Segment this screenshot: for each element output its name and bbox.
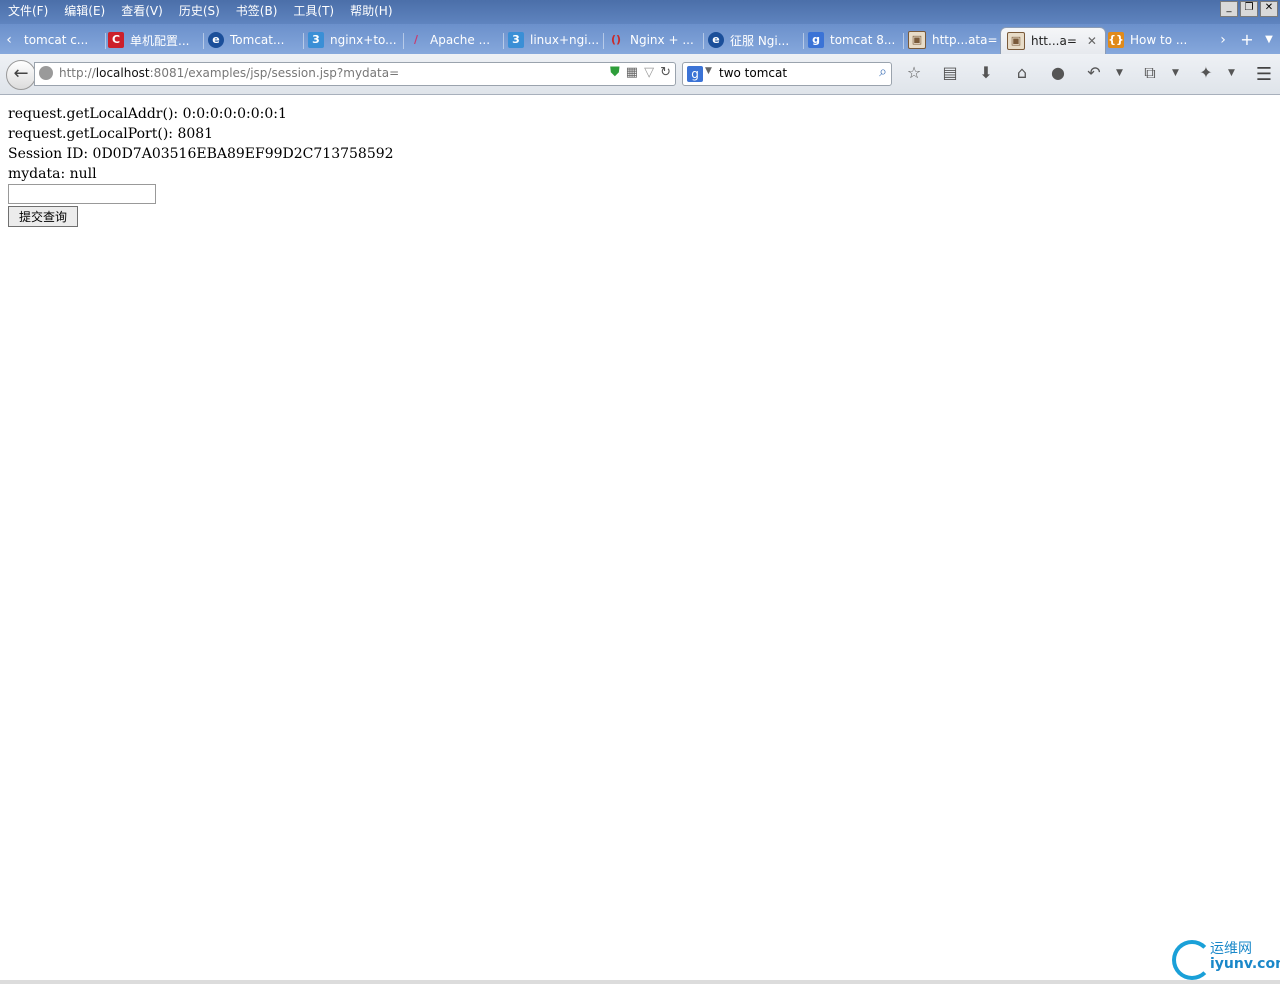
tab-scroll-right-icon[interactable]: › (1216, 28, 1230, 52)
local-port-line: request.getLocalPort(): 8081 (8, 126, 214, 142)
chat-icon[interactable]: ● (1044, 62, 1072, 84)
image-icon: ▣ (908, 31, 926, 49)
e-logo-icon: e (708, 32, 724, 48)
url-text: http://localhost:8081/examples/jsp/sessi… (59, 66, 399, 80)
tab-label: tomcat 8... (830, 33, 896, 47)
local-addr-line: request.getLocalAddr(): 0:0:0:0:0:0:0:1 (8, 106, 287, 122)
chevron-down-icon[interactable]: ▼ (1116, 68, 1126, 78)
download-icon[interactable]: ⬇ (972, 62, 1000, 84)
tab-single-config[interactable]: C 单机配置... (102, 27, 204, 53)
shield-icon[interactable]: ⛊ (610, 65, 620, 80)
watermark-logo: 运维网 iyunv.com (1172, 936, 1280, 980)
chevron-down-icon[interactable]: ▼ (1172, 68, 1182, 78)
watermark-bottom-text: iyunv.com (1210, 956, 1280, 972)
menu-history[interactable]: 历史(S) (179, 0, 220, 22)
close-tab-icon[interactable]: ✕ (1087, 34, 1097, 48)
addon-icon[interactable]: ✦ (1192, 62, 1220, 84)
mydata-input[interactable] (8, 184, 156, 204)
search-bar[interactable]: g ▼ two tomcat ⌕ (682, 62, 892, 86)
tab-strip: ‹ tomcat c... C 单机配置... e Tomcat... 3 ng… (0, 24, 1280, 54)
tab-label: tomcat c... (24, 33, 89, 47)
tab-linux-nginx[interactable]: 3 linux+ngi... (502, 27, 604, 53)
dropdown-icon[interactable]: ▽ (644, 65, 654, 80)
menu-bookmarks[interactable]: 书签(B) (236, 0, 278, 22)
chevron-down-icon[interactable]: ▼ (705, 66, 712, 76)
tab-label: nginx+to... (330, 33, 397, 47)
url-prefix: http:// (59, 66, 96, 80)
url-path: :8081/examples/jsp/session.jsp?mydata= (149, 66, 400, 80)
reload-icon[interactable]: ↻ (660, 65, 671, 80)
tab-list-chevron-down-icon[interactable]: ▼ (1262, 28, 1276, 52)
tab-apache[interactable]: ∕ Apache ... (402, 27, 504, 53)
menu-view[interactable]: 查看(V) (121, 0, 163, 22)
google-icon: g (808, 32, 824, 48)
submit-query-button[interactable]: 提交查询 (8, 206, 79, 227)
restore-button[interactable]: ❐ (1240, 1, 1258, 17)
feather-icon: ∕ (413, 33, 419, 46)
hamburger-menu-icon[interactable]: ☰ (1256, 64, 1272, 85)
qr-code-icon[interactable]: ▦ (626, 65, 638, 80)
menu-edit[interactable]: 编辑(E) (64, 0, 105, 22)
tab-nginx-plus[interactable]: () Nginx + ... (602, 27, 704, 53)
tab-scroll-left-icon[interactable]: ‹ (2, 28, 16, 52)
tab-nginx-tomcat[interactable]: 3 nginx+to... (302, 27, 404, 53)
window-controls: _ ❐ ✕ (1220, 1, 1278, 17)
menu-help[interactable]: 帮助(H) (350, 0, 392, 22)
session-id-line: Session ID: 0D0D7A03516EBA89EF99D2C71375… (8, 146, 394, 162)
minimize-button[interactable]: _ (1220, 1, 1238, 17)
menu-tools[interactable]: 工具(T) (293, 0, 334, 22)
search-input[interactable]: two tomcat (719, 66, 787, 80)
close-window-button[interactable]: ✕ (1260, 1, 1278, 17)
bookmark-star-icon[interactable]: ☆ (900, 62, 928, 84)
tab-label: Tomcat... (230, 33, 285, 47)
ring-logo-icon (1172, 940, 1212, 980)
bracket-icon: () (610, 33, 622, 46)
tab-tomcat[interactable]: e Tomcat... (202, 27, 304, 53)
menu-file[interactable]: 文件(F) (8, 0, 48, 22)
tab-how-to[interactable]: {} How to ... (1102, 27, 1204, 53)
home-icon[interactable]: ⌂ (1008, 62, 1036, 84)
title-bar: 文件(F) 编辑(E) 查看(V) 历史(S) 书签(B) 工具(T) 帮助(H… (0, 0, 1280, 24)
mydata-line: mydata: null (8, 166, 97, 182)
s-logo-icon: 3 (308, 32, 324, 48)
google-search-engine-icon[interactable]: g (687, 66, 703, 82)
back-button[interactable]: ← (6, 60, 36, 90)
window-bottom-edge (0, 980, 1280, 984)
tab-label: How to ... (1130, 33, 1188, 47)
globe-icon (39, 66, 53, 80)
watermark-top-text: 运维网 (1210, 941, 1252, 957)
brackets-icon: {} (1108, 32, 1124, 48)
toolbar: ☆ ▤ ⬇ ⌂ ● ↶ ▼ ⧉ ▼ ✦ ▼ (900, 62, 1248, 84)
tab-tomcat-c[interactable]: tomcat c... (18, 27, 106, 53)
tab-tomcat-8[interactable]: g tomcat 8... (802, 27, 904, 53)
tab-label: http...ata= (932, 33, 998, 47)
url-bar[interactable]: http://localhost:8081/examples/jsp/sessi… (34, 62, 676, 86)
chevron-down-icon[interactable]: ▼ (1228, 68, 1238, 78)
s-logo-icon: 3 (508, 32, 524, 48)
e-logo-icon: e (208, 32, 224, 48)
tab-conquer-nginx[interactable]: e 征服 Ngi... (702, 27, 804, 53)
tab-label: Nginx + ... (630, 33, 694, 47)
reading-list-icon[interactable]: ▤ (936, 62, 964, 84)
navigation-bar: ← http://localhost:8081/examples/jsp/ses… (0, 54, 1280, 95)
url-icons: ⛊ ▦ ▽ ↻ (610, 65, 671, 80)
undo-icon[interactable]: ↶ (1080, 62, 1108, 84)
tab-label: htt...a= (1031, 34, 1077, 48)
tab-active-session[interactable]: ▣ htt...a= ✕ (1000, 27, 1106, 54)
tab-http-ata[interactable]: ▣ http...ata= (902, 27, 1004, 53)
tab-label: 单机配置... (130, 33, 190, 48)
new-tab-icon[interactable]: + (1240, 28, 1254, 52)
search-icon[interactable]: ⌕ (879, 64, 887, 80)
tab-label: Apache ... (430, 33, 491, 47)
url-host: localhost (95, 66, 150, 80)
tab-label: 征服 Ngi... (730, 33, 790, 48)
c-logo-icon: C (108, 32, 124, 48)
tab-label: linux+ngi... (530, 33, 600, 47)
image-icon: ▣ (1007, 32, 1025, 50)
crop-icon[interactable]: ⧉ (1136, 62, 1164, 84)
page-content: request.getLocalAddr(): 0:0:0:0:0:0:0:1 … (8, 104, 394, 227)
menu-bar: 文件(F) 编辑(E) 查看(V) 历史(S) 书签(B) 工具(T) 帮助(H… (0, 0, 401, 22)
